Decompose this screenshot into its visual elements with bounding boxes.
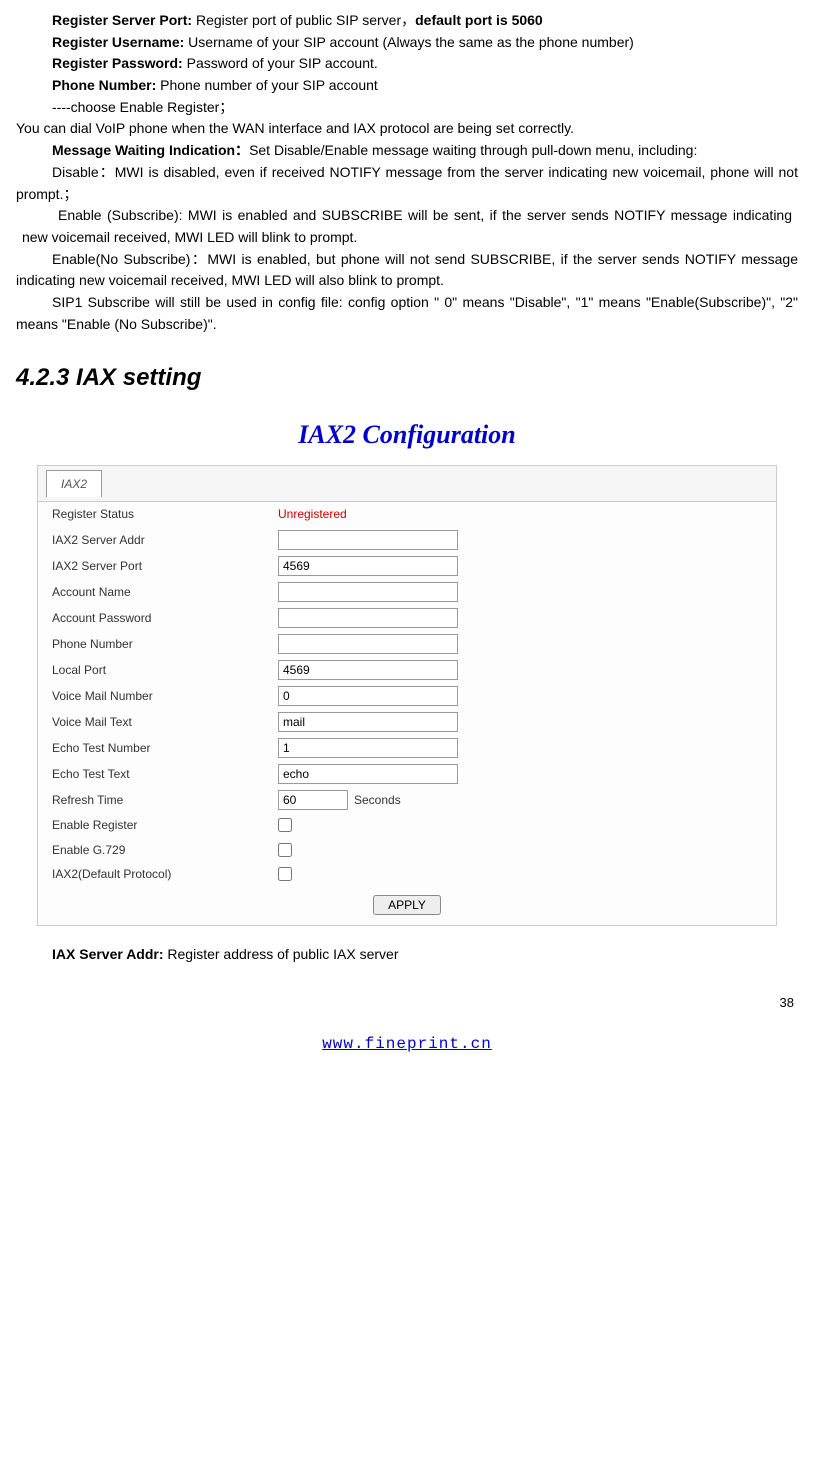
row-vm-text: Voice Mail Text (38, 709, 776, 735)
register-username-text: Username of your SIP account (Always the… (184, 34, 634, 50)
footer-link-container: www.fineprint.cn (16, 1032, 798, 1057)
page-number: 38 (16, 993, 794, 1013)
refresh-time-input[interactable] (278, 790, 348, 810)
tab-iax2[interactable]: IAX2 (46, 470, 102, 498)
mwi-disable-line: Disable：MWI is disabled, even if receive… (16, 162, 798, 205)
vm-number-label: Voice Mail Number (48, 687, 278, 706)
register-server-port-label: Register Server Port: (52, 12, 192, 28)
account-password-label: Account Password (48, 609, 278, 628)
phone-number-input[interactable] (278, 634, 458, 654)
row-account-name: Account Name (38, 579, 776, 605)
iax2-config-title: IAX2 Configuration (37, 415, 777, 455)
sip1-subscribe-line: SIP1 Subscribe will still be used in con… (16, 292, 798, 335)
enable-g729-label: Enable G.729 (48, 841, 278, 860)
mwi-enable-sub-line: Enable (Subscribe): MWI is enabled and S… (16, 205, 798, 248)
phone-number-text: Phone number of your SIP account (156, 77, 378, 93)
iax-server-addr-desc: IAX Server Addr: Register address of pub… (16, 944, 798, 966)
iax-server-addr-label: IAX Server Addr: (52, 946, 164, 962)
row-enable-g729: Enable G.729 (38, 838, 776, 863)
register-password-line: Register Password: Password of your SIP … (16, 53, 798, 75)
server-addr-label: IAX2 Server Addr (48, 531, 278, 550)
enable-register-label: Enable Register (48, 816, 278, 835)
vm-number-input[interactable] (278, 686, 458, 706)
iax2-config-panel: IAX2 Register Status Unregistered IAX2 S… (37, 465, 777, 926)
mwi-text: Set Disable/Enable message waiting throu… (249, 142, 697, 158)
phone-number-label-form: Phone Number (48, 635, 278, 654)
row-server-addr: IAX2 Server Addr (38, 527, 776, 553)
local-port-input[interactable] (278, 660, 458, 680)
row-enable-register: Enable Register (38, 813, 776, 838)
tab-row: IAX2 (38, 466, 776, 503)
account-password-input[interactable] (278, 608, 458, 628)
register-server-port-text: Register port of public SIP server， (192, 12, 415, 28)
row-phone-number: Phone Number (38, 631, 776, 657)
phone-number-line: Phone Number: Phone number of your SIP a… (16, 75, 798, 97)
register-status-value: Unregistered (278, 505, 347, 524)
echo-num-input[interactable] (278, 738, 458, 758)
row-echo-text: Echo Test Text (38, 761, 776, 787)
row-vm-number: Voice Mail Number (38, 683, 776, 709)
register-server-port-tail: default port is 5060 (415, 12, 543, 28)
default-protocol-label: IAX2(Default Protocol) (48, 865, 278, 884)
phone-number-label: Phone Number: (52, 77, 156, 93)
register-username-line: Register Username: Username of your SIP … (16, 32, 798, 54)
row-register-status: Register Status Unregistered (38, 502, 776, 527)
iax-server-addr-text: Register address of public IAX server (164, 946, 399, 962)
row-account-password: Account Password (38, 605, 776, 631)
refresh-time-label: Refresh Time (48, 791, 278, 810)
register-password-text: Password of your SIP account. (183, 55, 378, 71)
iax2-config-block: IAX2 Configuration IAX2 Register Status … (37, 415, 777, 926)
account-name-input[interactable] (278, 582, 458, 602)
echo-num-label: Echo Test Number (48, 739, 278, 758)
mwi-enable-nosub-line: Enable(No Subscribe)：MWI is enabled, but… (16, 249, 798, 292)
server-port-input[interactable] (278, 556, 458, 576)
register-password-label: Register Password: (52, 55, 183, 71)
mwi-label: Message Waiting Indication： (52, 142, 249, 158)
section-title: 4.2.3 IAX setting (16, 359, 798, 396)
default-protocol-checkbox[interactable] (278, 867, 292, 881)
enable-register-checkbox[interactable] (278, 818, 292, 832)
server-addr-input[interactable] (278, 530, 458, 550)
row-echo-num: Echo Test Number (38, 735, 776, 761)
refresh-time-units: Seconds (354, 791, 401, 810)
local-port-label: Local Port (48, 661, 278, 680)
apply-row: APPLY (38, 887, 776, 925)
enable-g729-checkbox[interactable] (278, 843, 292, 857)
vm-text-input[interactable] (278, 712, 458, 732)
row-local-port: Local Port (38, 657, 776, 683)
mwi-heading-line: Message Waiting Indication：Set Disable/E… (16, 140, 798, 162)
echo-text-input[interactable] (278, 764, 458, 784)
row-server-port: IAX2 Server Port (38, 553, 776, 579)
account-name-label: Account Name (48, 583, 278, 602)
register-server-port-line: Register Server Port: Register port of p… (16, 10, 798, 32)
dial-voip-line: You can dial VoIP phone when the WAN int… (16, 118, 798, 140)
apply-button[interactable]: APPLY (373, 895, 441, 915)
server-port-label: IAX2 Server Port (48, 557, 278, 576)
register-username-label: Register Username: (16, 34, 184, 50)
footer-link[interactable]: www.fineprint.cn (322, 1035, 492, 1053)
echo-text-label: Echo Test Text (48, 765, 278, 784)
register-status-label: Register Status (48, 505, 278, 524)
vm-text-label: Voice Mail Text (48, 713, 278, 732)
choose-enable-line: ----choose Enable Register； (16, 97, 798, 119)
row-default-protocol: IAX2(Default Protocol) (38, 862, 776, 887)
row-refresh-time: Refresh Time Seconds (38, 787, 776, 813)
